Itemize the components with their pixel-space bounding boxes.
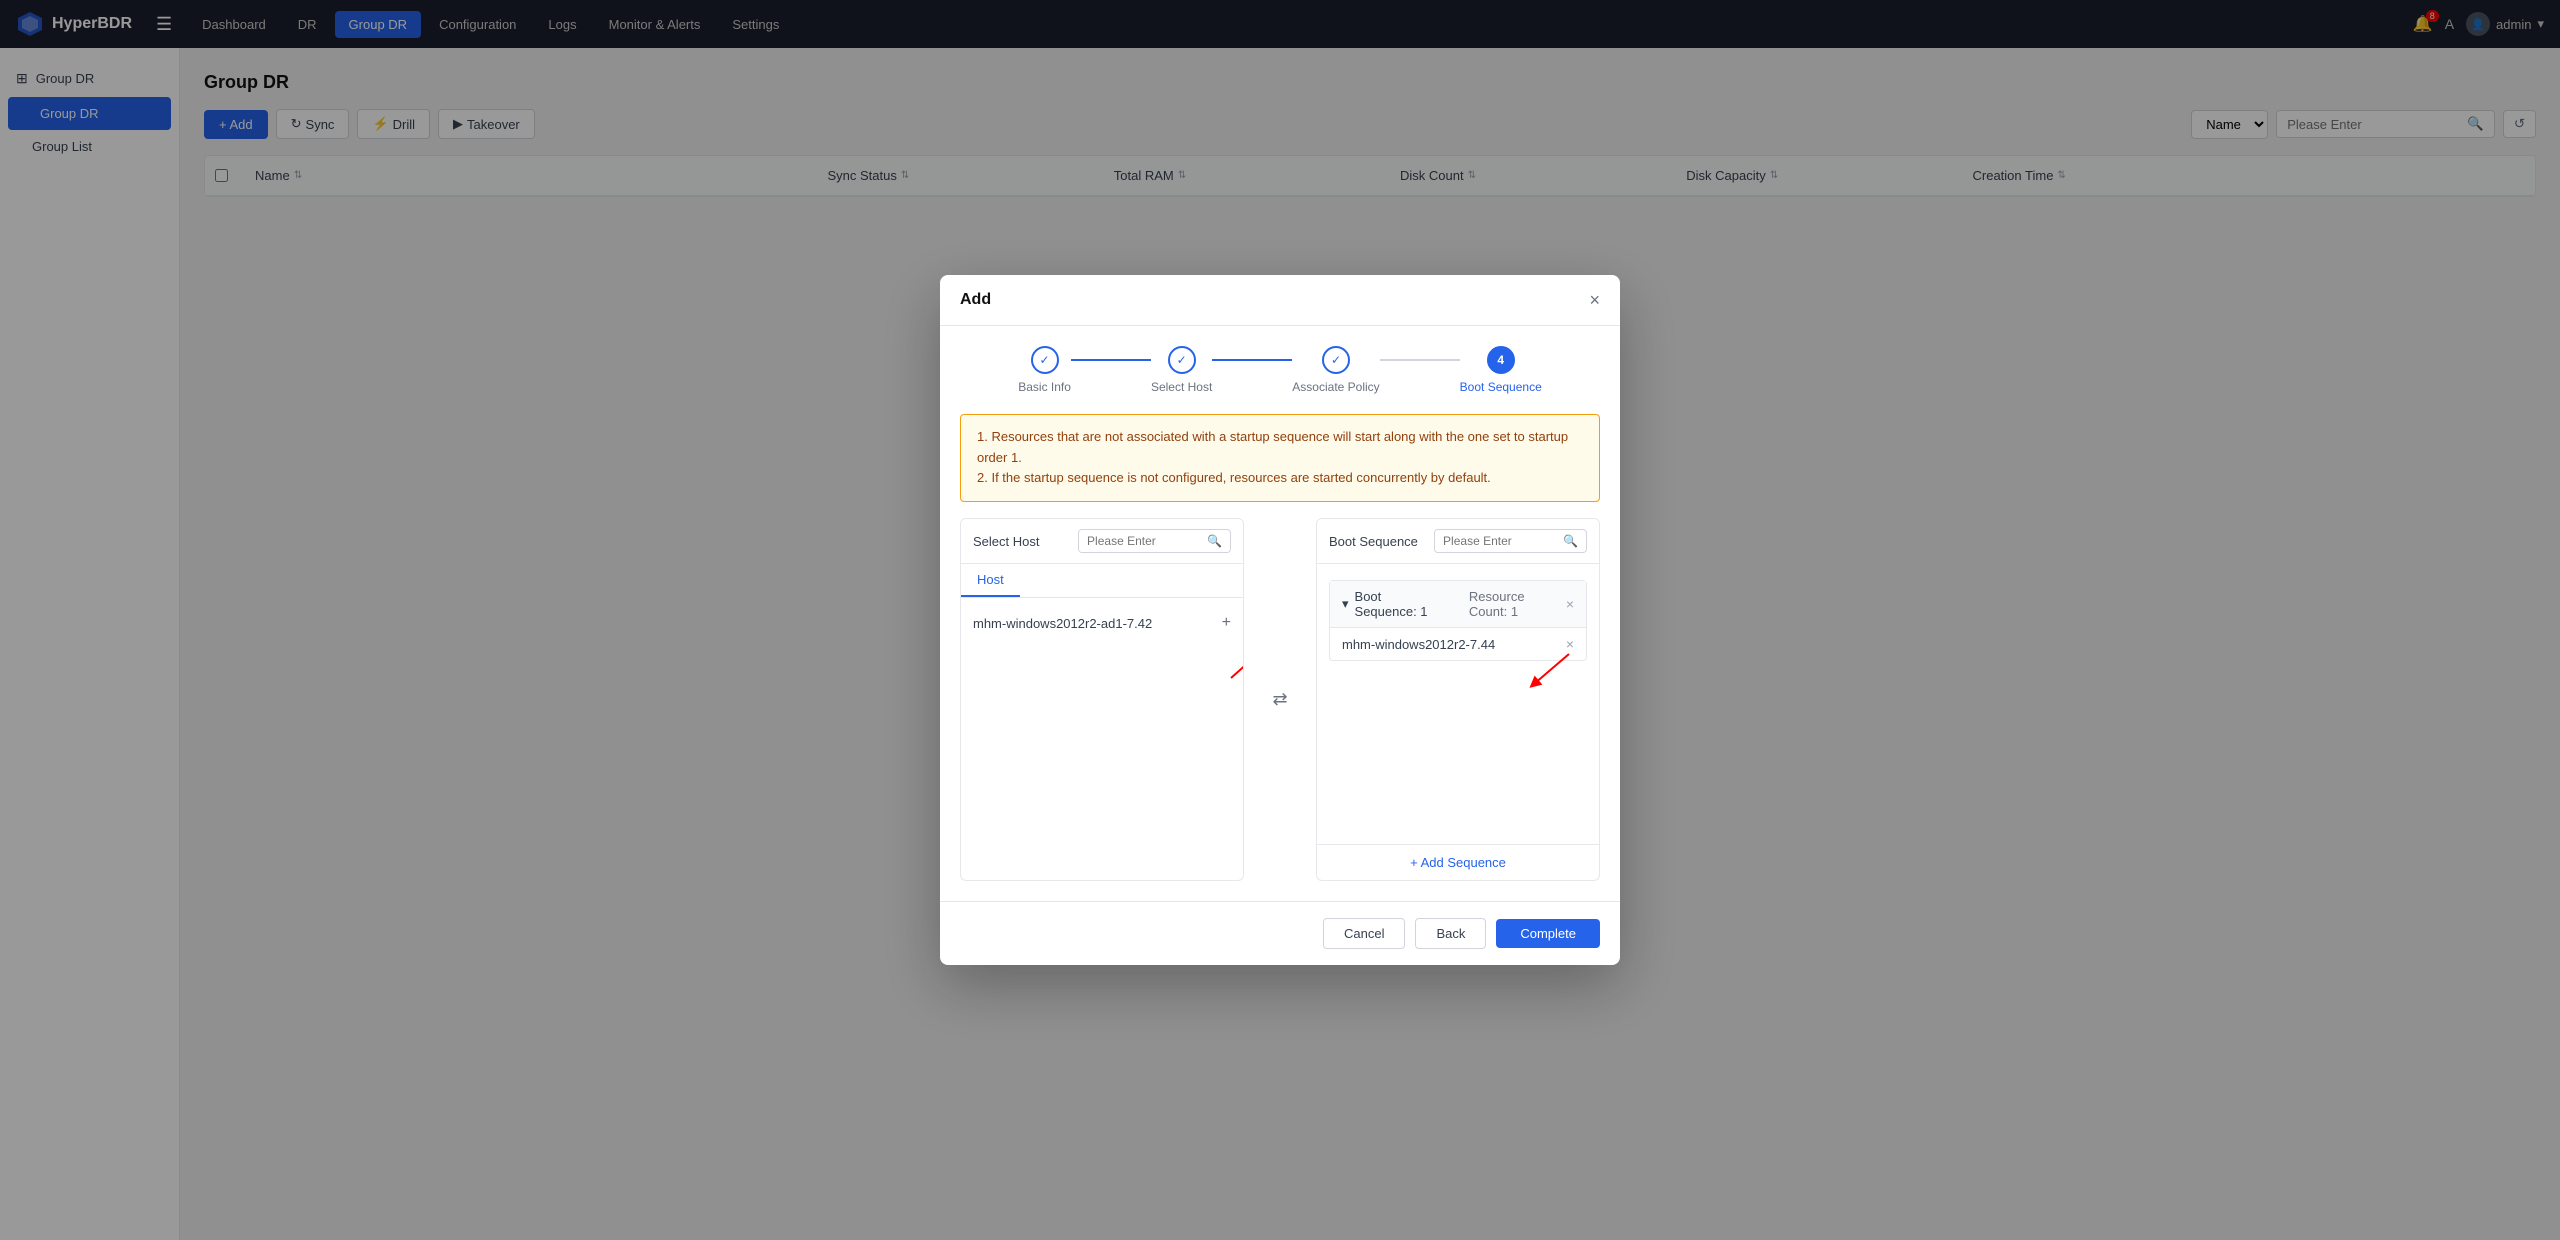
tab-host[interactable]: Host (961, 564, 1020, 597)
connector-1 (1071, 359, 1151, 361)
select-host-search-icon: 🔍 (1199, 530, 1230, 552)
stepper: Basic Info Select Host Associate Policy (940, 326, 1620, 414)
boot-sequence-title: Boot Sequence (1329, 534, 1418, 549)
add-modal: Add × Basic Info Select Host (940, 275, 1620, 965)
select-host-search-input[interactable] (1079, 530, 1199, 552)
boot-seq-entry: mhm-windows2012r2-7.44 × (1330, 628, 1586, 660)
modal-title: Add (960, 291, 991, 309)
step-3-label: Associate Policy (1292, 380, 1379, 394)
boot-seq-group: ▾ Boot Sequence: 1 Resource Count: 1 × m… (1329, 580, 1587, 661)
step-4-circle: 4 (1487, 346, 1515, 374)
connector-2 (1212, 359, 1292, 361)
step-2-label: Select Host (1151, 380, 1212, 394)
step-3-circle (1322, 346, 1350, 374)
step-3-checkmark (1331, 353, 1341, 367)
panel-content-right: ▾ Boot Sequence: 1 Resource Count: 1 × m… (1317, 564, 1599, 844)
step-boot-sequence: 4 Boot Sequence (1460, 346, 1542, 394)
host-list-item[interactable]: mhm-windows2012r2-ad1-7.42 + (961, 606, 1243, 640)
boot-entry-name: mhm-windows2012r2-7.44 (1342, 637, 1495, 652)
boot-sequence-panel: Boot Sequence 🔍 ▾ Boot Seque (1316, 518, 1600, 881)
boot-sequence-search: 🔍 (1434, 529, 1587, 553)
boot-seq-group-title: ▾ Boot Sequence: 1 Resource Count: 1 (1342, 589, 1566, 619)
select-host-search: 🔍 (1078, 529, 1231, 553)
select-host-panel: Select Host 🔍 Host mhm-windows2012r2-ad1… (960, 518, 1244, 881)
step-4-label: Boot Sequence (1460, 380, 1542, 394)
cancel-button[interactable]: Cancel (1323, 918, 1405, 949)
modal-close-button[interactable]: × (1589, 291, 1600, 309)
panel-separator: ⇄ (1260, 518, 1300, 881)
resource-count-label: Resource Count: 1 (1469, 589, 1566, 619)
step-4-number: 4 (1497, 353, 1504, 367)
collapse-icon[interactable]: ▾ (1342, 596, 1349, 612)
host-add-icon[interactable]: + (1222, 614, 1231, 632)
step-associate-policy: Associate Policy (1292, 346, 1379, 394)
boot-sequence-search-input[interactable] (1435, 530, 1555, 552)
boot-seq-group-header: ▾ Boot Sequence: 1 Resource Count: 1 × (1330, 581, 1586, 628)
step-select-host: Select Host (1151, 346, 1212, 394)
boot-sequence-panel-header: Boot Sequence 🔍 (1317, 519, 1599, 564)
panel-tabs: Host (961, 564, 1243, 598)
boot-seq-remove-icon[interactable]: × (1566, 596, 1574, 612)
two-panels: Select Host 🔍 Host mhm-windows2012r2-ad1… (960, 518, 1600, 881)
modal-footer: Cancel Back Complete (940, 901, 1620, 965)
select-host-title: Select Host (973, 534, 1039, 549)
boot-sequence-search-icon: 🔍 (1555, 530, 1586, 552)
modal-body: Select Host 🔍 Host mhm-windows2012r2-ad1… (940, 518, 1620, 901)
modal-overlay: Add × Basic Info Select Host (0, 0, 2560, 1240)
step-1-checkmark (1040, 353, 1050, 367)
boot-entry-remove-icon[interactable]: × (1566, 636, 1574, 652)
warning-line-2: 2. If the startup sequence is not config… (977, 468, 1583, 489)
host-name: mhm-windows2012r2-ad1-7.42 (973, 616, 1152, 631)
back-button[interactable]: Back (1415, 918, 1486, 949)
step-2-circle (1168, 346, 1196, 374)
panel-content-left: mhm-windows2012r2-ad1-7.42 + (961, 598, 1243, 880)
modal-header: Add × (940, 275, 1620, 326)
step-1-label: Basic Info (1018, 380, 1071, 394)
connector-3 (1380, 359, 1460, 361)
step-1-circle (1031, 346, 1059, 374)
step-basic-info: Basic Info (1018, 346, 1071, 394)
transfer-icon: ⇄ (1272, 689, 1287, 710)
complete-button[interactable]: Complete (1496, 919, 1600, 948)
boot-seq-label: Boot Sequence: 1 (1355, 589, 1447, 619)
select-host-panel-header: Select Host 🔍 (961, 519, 1243, 564)
warning-line-1: 1. Resources that are not associated wit… (977, 427, 1583, 469)
warning-box: 1. Resources that are not associated wit… (960, 414, 1600, 502)
step-2-checkmark (1177, 353, 1187, 367)
add-sequence-button[interactable]: + Add Sequence (1317, 844, 1599, 880)
